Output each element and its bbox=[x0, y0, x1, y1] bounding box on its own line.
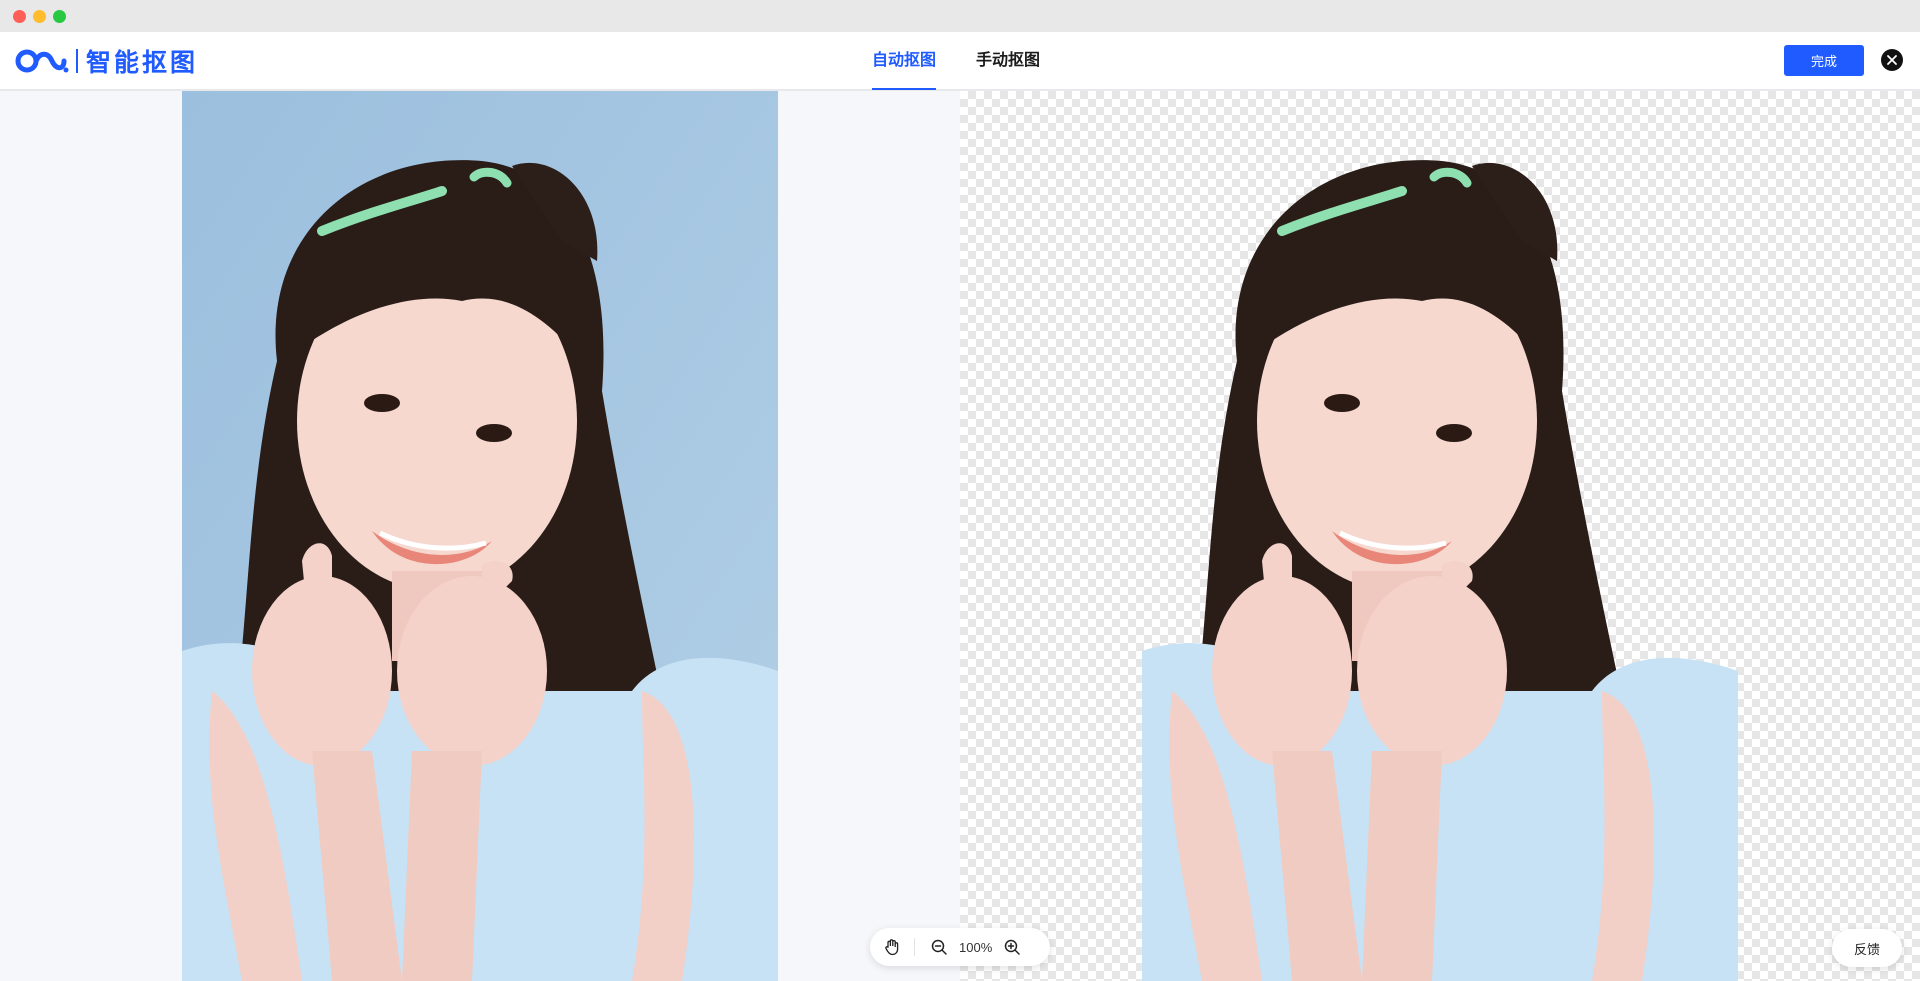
done-button[interactable]: 完成 bbox=[1784, 45, 1864, 76]
window-minimize-dot[interactable] bbox=[33, 10, 46, 23]
app-logo: 智能抠图 bbox=[14, 46, 199, 77]
logo-mark-icon bbox=[15, 49, 69, 73]
tab-auto-cutout[interactable]: 自动抠图 bbox=[872, 32, 937, 90]
tab-manual-cutout[interactable]: 手动抠图 bbox=[976, 32, 1040, 90]
window-close-dot[interactable] bbox=[13, 10, 26, 23]
logo-separator bbox=[76, 49, 78, 73]
zoom-out-icon bbox=[931, 939, 947, 955]
pan-tool-button[interactable] bbox=[880, 935, 904, 959]
mode-tabs: 自动抠图 手动抠图 bbox=[872, 32, 1040, 90]
girl-portrait-right bbox=[1142, 160, 1738, 981]
hand-icon bbox=[885, 939, 899, 956]
editor-workspace: 100% 反馈 bbox=[0, 91, 1920, 981]
logo-text: 智能抠图 bbox=[86, 48, 199, 77]
zoom-in-icon bbox=[1005, 939, 1020, 955]
toolbar-divider bbox=[914, 938, 915, 956]
feedback-button[interactable]: 反馈 bbox=[1832, 929, 1902, 967]
cutout-photo bbox=[1142, 160, 1738, 981]
original-image-pane bbox=[0, 91, 960, 981]
zoom-out-button[interactable] bbox=[927, 935, 951, 959]
original-photo bbox=[182, 91, 778, 981]
zoom-in-button[interactable] bbox=[1000, 935, 1024, 959]
close-icon bbox=[1887, 55, 1897, 65]
close-button[interactable] bbox=[1881, 49, 1903, 71]
window-titlebar bbox=[0, 0, 1920, 32]
app-header: 智能抠图 自动抠图 手动抠图 完成 bbox=[0, 32, 1920, 90]
zoom-toolbar: 100% bbox=[870, 928, 1050, 966]
result-image-pane bbox=[960, 91, 1920, 981]
zoom-level: 100% bbox=[959, 939, 993, 955]
window-maximize-dot[interactable] bbox=[53, 10, 66, 23]
